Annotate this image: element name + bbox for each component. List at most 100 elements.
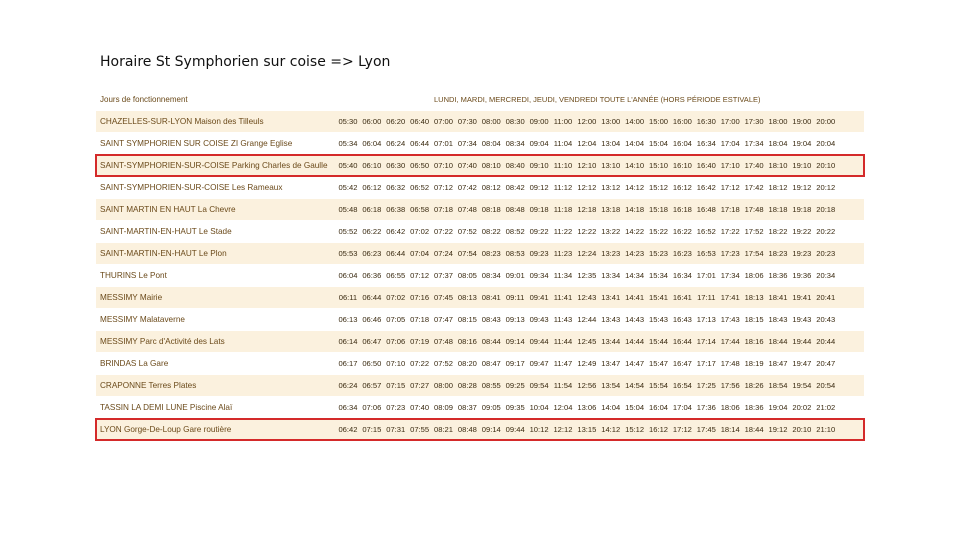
stop-name: MESSIMY Mairie bbox=[100, 293, 163, 302]
time-cell: 06:47 bbox=[362, 337, 382, 346]
time-cell: 07:05 bbox=[386, 315, 406, 324]
timetable-row-highlighted: LYON Gorge-De-Loup Gare routière 06:42 07:… bbox=[95, 418, 865, 441]
time-cell: 17:45 bbox=[696, 425, 716, 434]
time-cell: 09:34 bbox=[529, 271, 549, 280]
time-cell: 06:44 bbox=[386, 249, 406, 258]
time-cell: 12:18 bbox=[577, 205, 597, 214]
time-cell: 12:49 bbox=[577, 359, 597, 368]
time-cell: 06:12 bbox=[362, 183, 382, 192]
time-cell: 17:44 bbox=[720, 337, 740, 346]
header-days: LUNDI, MARDI, MERCREDI, JEUDI, VENDREDI … bbox=[434, 95, 761, 104]
time-cell: 14:43 bbox=[625, 315, 645, 324]
time-cell: 08:52 bbox=[505, 227, 525, 236]
time-cell: 13:12 bbox=[601, 183, 621, 192]
time-cell: 17:13 bbox=[696, 315, 716, 324]
time-cell: 06:00 bbox=[362, 117, 382, 126]
time-cell: 17:12 bbox=[672, 425, 692, 434]
time-cell: 08:47 bbox=[481, 359, 501, 368]
time-cell: 17:00 bbox=[720, 117, 740, 126]
stop-name: TASSIN LA DEMI LUNE Piscine Alaï bbox=[100, 403, 233, 412]
timetable-row: SAINT-MARTIN-EN-HAUT Le Stade 05:52 06:22 0… bbox=[96, 221, 864, 242]
time-cell: 15:54 bbox=[649, 381, 669, 390]
time-cell: 08:12 bbox=[481, 183, 501, 192]
time-cell: 15:10 bbox=[649, 161, 669, 170]
time-cell: 08:34 bbox=[481, 271, 501, 280]
time-cell: 09:18 bbox=[529, 205, 549, 214]
timetable-row: MESSIMY Parc d'Activité des Lats 06:14 06:… bbox=[96, 331, 864, 352]
time-cell: 18:19 bbox=[744, 359, 764, 368]
time-cell: 20:43 bbox=[816, 315, 836, 324]
time-cell: 15:43 bbox=[649, 315, 669, 324]
time-cell: 15:12 bbox=[649, 183, 669, 192]
time-cell: 09:17 bbox=[505, 359, 525, 368]
time-cell: 18:36 bbox=[768, 271, 788, 280]
time-cell: 09:41 bbox=[529, 293, 549, 302]
time-cell: 18:44 bbox=[768, 337, 788, 346]
time-cell: 09:25 bbox=[505, 381, 525, 390]
time-cell: 07:31 bbox=[386, 425, 406, 434]
timetable-row: MESSIMY Malataverne 06:13 06:46 07:05 07:18 0… bbox=[96, 309, 864, 330]
time-cell: 14:41 bbox=[625, 293, 645, 302]
time-cell: 07:27 bbox=[410, 381, 430, 390]
time-cell: 17:34 bbox=[720, 271, 740, 280]
timetable-row: SAINT MARTIN EN HAUT La Chevre 05:48 06:18… bbox=[96, 199, 864, 220]
time-cell: 13:06 bbox=[577, 403, 597, 412]
time-cell: 07:10 bbox=[386, 359, 406, 368]
time-cell: 06:11 bbox=[338, 293, 358, 302]
time-cell: 08:16 bbox=[457, 337, 477, 346]
time-cell: 07:22 bbox=[410, 359, 430, 368]
time-cell: 19:00 bbox=[792, 117, 812, 126]
time-cell: 16:34 bbox=[672, 271, 692, 280]
time-cell: 08:18 bbox=[481, 205, 501, 214]
time-cell: 06:44 bbox=[410, 139, 430, 148]
time-cell: 10:12 bbox=[529, 425, 549, 434]
time-cell: 07:30 bbox=[457, 117, 477, 126]
time-cell: 17:01 bbox=[696, 271, 716, 280]
time-cell: 20:10 bbox=[792, 425, 812, 434]
time-cell: 12:56 bbox=[577, 381, 597, 390]
stop-name: CRAPONNE Terres Plates bbox=[100, 381, 197, 390]
time-cell: 09:10 bbox=[529, 161, 549, 170]
time-cell: 18:54 bbox=[768, 381, 788, 390]
departure-times: 06:24 06:57 07:15 07:27 08:00 08:28 08:55 09:25… bbox=[336, 381, 864, 390]
time-cell: 17:40 bbox=[744, 161, 764, 170]
time-cell: 14:44 bbox=[625, 337, 645, 346]
time-cell: 11:18 bbox=[553, 205, 573, 214]
time-cell: 18:47 bbox=[768, 359, 788, 368]
time-cell: 12:10 bbox=[577, 161, 597, 170]
time-cell: 20:02 bbox=[792, 403, 812, 412]
time-cell: 08:43 bbox=[481, 315, 501, 324]
time-cell: 07:22 bbox=[434, 227, 454, 236]
time-cell: 11:43 bbox=[553, 315, 573, 324]
time-cell: 16:18 bbox=[672, 205, 692, 214]
time-cell: 16:04 bbox=[672, 139, 692, 148]
time-cell: 06:55 bbox=[386, 271, 406, 280]
time-cell: 08:55 bbox=[481, 381, 501, 390]
time-cell: 17:30 bbox=[744, 117, 764, 126]
time-cell: 15:23 bbox=[649, 249, 669, 258]
time-cell: 18:26 bbox=[744, 381, 764, 390]
time-cell: 11:41 bbox=[553, 293, 573, 302]
stop-name: SAINT-SYMPHORIEN-SUR-COISE Les Rameaux bbox=[100, 183, 283, 192]
time-cell: 14:23 bbox=[625, 249, 645, 258]
timetable: Jours de fonctionnement LUNDI, MARDI, ME… bbox=[95, 89, 865, 441]
time-cell: 08:34 bbox=[505, 139, 525, 148]
time-cell: 11:54 bbox=[553, 381, 573, 390]
time-cell: 15:04 bbox=[625, 403, 645, 412]
timetable-row: CHAZELLES-SUR-LYON Maison des Tilleuls 05… bbox=[96, 111, 864, 132]
time-cell: 20:10 bbox=[816, 161, 836, 170]
time-cell: 08:00 bbox=[434, 381, 454, 390]
time-cell: 17:52 bbox=[744, 227, 764, 236]
time-cell: 17:36 bbox=[696, 403, 716, 412]
time-cell: 08:21 bbox=[434, 425, 454, 434]
time-cell: 21:02 bbox=[816, 403, 836, 412]
time-cell: 17:56 bbox=[720, 381, 740, 390]
time-cell: 08:40 bbox=[505, 161, 525, 170]
time-cell: 06:14 bbox=[338, 337, 358, 346]
time-cell: 08:37 bbox=[457, 403, 477, 412]
time-cell: 16:00 bbox=[672, 117, 692, 126]
time-cell: 14:10 bbox=[625, 161, 645, 170]
time-cell: 09:35 bbox=[505, 403, 525, 412]
time-cell: 09:44 bbox=[505, 425, 525, 434]
time-cell: 08:04 bbox=[481, 139, 501, 148]
